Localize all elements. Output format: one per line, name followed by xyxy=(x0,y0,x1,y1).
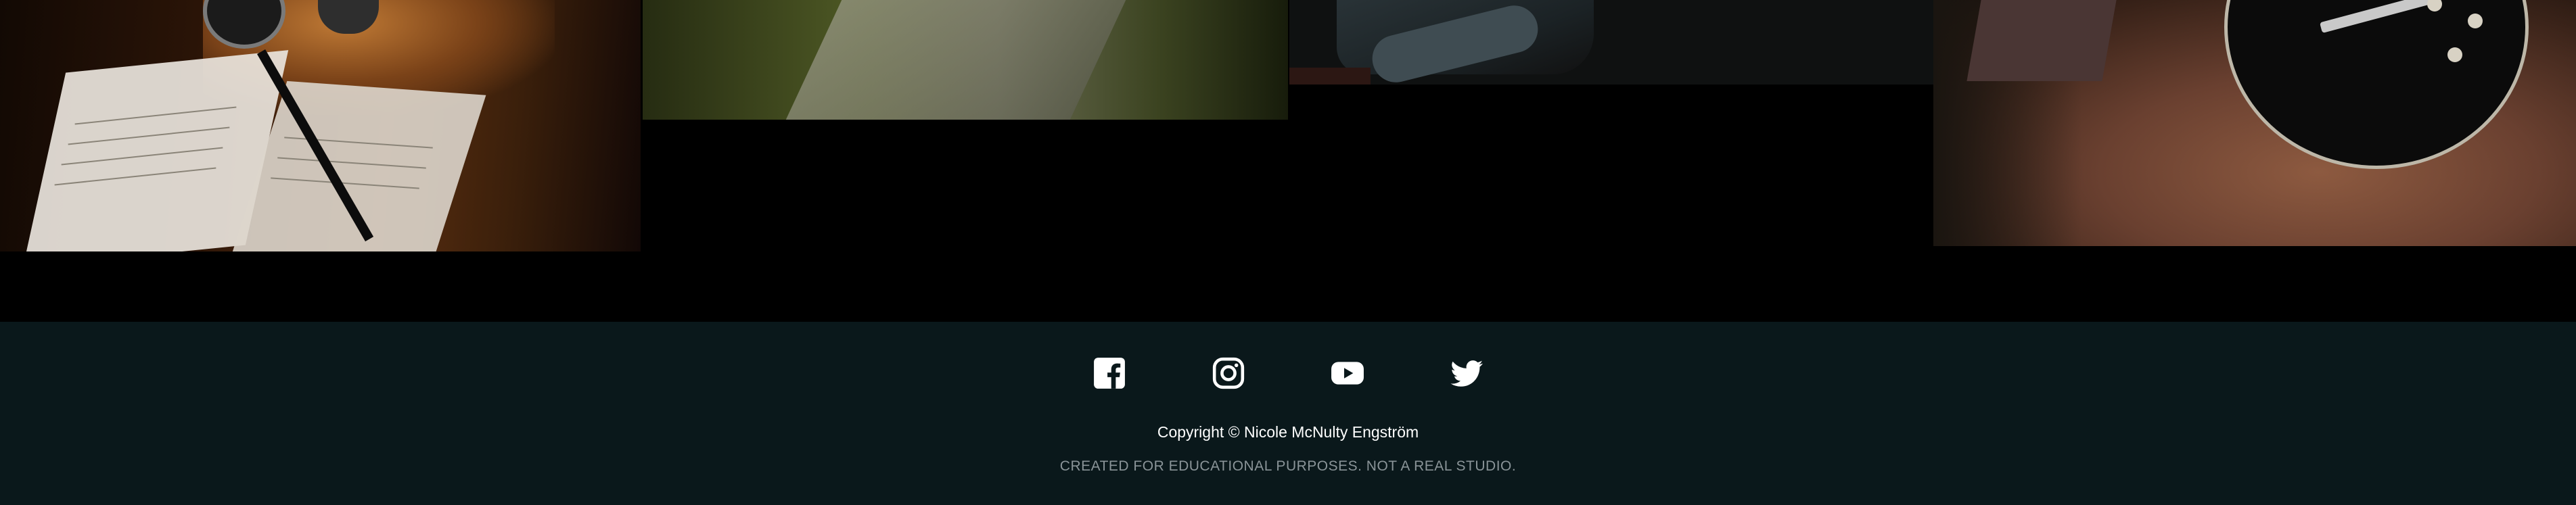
copyright-text: Copyright © Nicole McNulty Engström xyxy=(1157,423,1419,441)
instagram-icon xyxy=(1212,357,1245,389)
facebook-icon xyxy=(1094,358,1125,389)
credit-text: CREATED FOR EDUCATIONAL PURPOSES. NOT A … xyxy=(1059,458,1517,474)
gallery-image-microphone[interactable] xyxy=(0,0,641,251)
twitter-icon xyxy=(1450,360,1483,387)
social-links xyxy=(0,354,2576,392)
gallery-image-couch[interactable] xyxy=(1289,0,1933,85)
instagram-link[interactable] xyxy=(1210,354,1247,392)
site-footer: Copyright © Nicole McNulty Engström CREA… xyxy=(0,322,2576,505)
youtube-link[interactable] xyxy=(1329,354,1366,392)
youtube-icon xyxy=(1331,362,1364,385)
gallery-image-guitar[interactable] xyxy=(1933,0,2576,246)
photo-gallery xyxy=(0,0,2576,322)
gallery-image-forest-path[interactable] xyxy=(643,0,1288,120)
facebook-link[interactable] xyxy=(1090,354,1128,392)
twitter-link[interactable] xyxy=(1448,354,1486,392)
